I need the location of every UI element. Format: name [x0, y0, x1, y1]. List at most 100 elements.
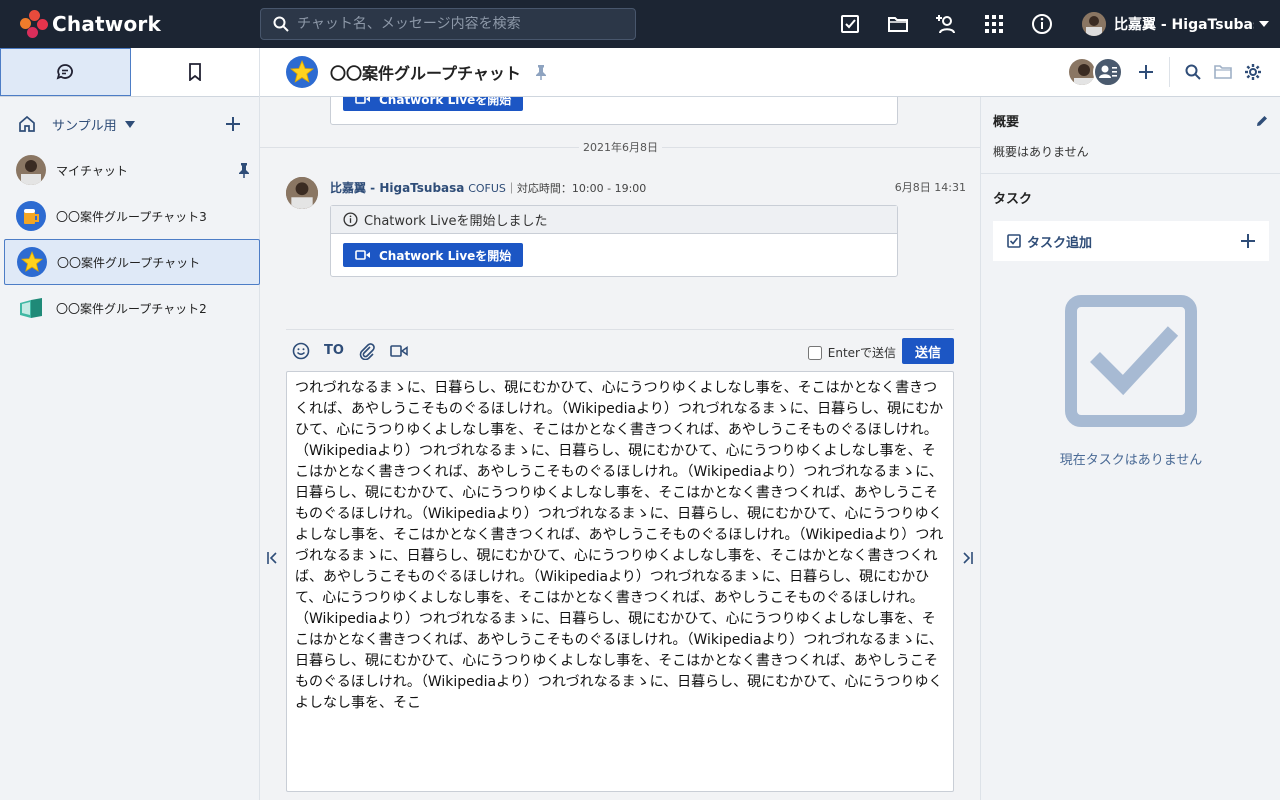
to-button[interactable]: TO: [324, 339, 344, 363]
composer-toolbar: TO Enterで送信 送信: [286, 329, 954, 371]
user-name: 比嘉翼 - HigaTsubasa: [1114, 17, 1254, 33]
message-timestamp: 6月8日 14:31: [894, 181, 966, 194]
previous-live-card: Chatwork Liveを開始: [330, 97, 898, 125]
task-title: タスク: [993, 192, 1033, 207]
search-box[interactable]: [260, 8, 636, 40]
folder-icon[interactable]: [884, 10, 912, 38]
room-name: 〇〇案件グループチャット3: [56, 209, 207, 224]
room-item-my-chat[interactable]: マイチャット: [4, 147, 260, 193]
room-title: 〇〇案件グループチャット: [330, 64, 521, 83]
chevron-down-icon: [1259, 21, 1269, 27]
book-icon: [16, 293, 46, 323]
member-avatars[interactable]: [1067, 57, 1123, 87]
divider: [981, 173, 1280, 174]
room-star-icon: [286, 56, 318, 88]
app-name: Chatwork: [52, 12, 161, 36]
star-icon: [17, 247, 47, 277]
attach-file-button[interactable]: [358, 339, 376, 363]
enter-to-send-label: Enterで送信: [827, 346, 896, 360]
bookmark-icon: [188, 63, 201, 81]
enter-to-send-toggle[interactable]: Enterで送信: [807, 344, 896, 361]
paperclip-icon: [359, 342, 375, 360]
plus-icon: [1241, 234, 1255, 248]
room-files-button[interactable]: [1208, 57, 1238, 87]
smiley-icon: [292, 342, 310, 359]
search-input[interactable]: [297, 16, 617, 32]
room-item-group-chat[interactable]: 〇〇案件グループチャット: [4, 239, 260, 285]
video-icon: [390, 344, 408, 357]
sidebar: サンプル用 マイチャット 〇〇案件グループチャット3 〇〇案件グループチャット: [0, 48, 260, 800]
empty-task-illustration-icon: [1065, 295, 1197, 427]
user-menu[interactable]: 比嘉翼 - HigaTsubasa: [1082, 10, 1270, 38]
caret-down-icon: [124, 120, 135, 128]
add-room-icon[interactable]: [225, 116, 241, 132]
info-icon[interactable]: [1028, 10, 1056, 38]
tab-chats[interactable]: [0, 48, 131, 96]
start-live-button[interactable]: Chatwork Liveを開始: [343, 243, 524, 267]
collapse-right-icon[interactable]: [962, 551, 974, 565]
member-list-icon: [1093, 57, 1123, 87]
right-panel: 概要 概要はありません タスク タスク追加 現在タスクはありません: [980, 97, 1280, 800]
video-icon: [355, 97, 370, 104]
room-name: マイチャット: [56, 163, 128, 178]
sender-org: COFUS: [468, 182, 506, 195]
group-name: サンプル用: [52, 118, 117, 134]
search-icon: [273, 16, 289, 32]
gear-icon: [1245, 64, 1261, 80]
chatwork-logo-icon: [20, 10, 48, 38]
plus-icon: [1139, 65, 1153, 79]
room-search-button[interactable]: [1178, 57, 1208, 87]
room-name: 〇〇案件グループチャット: [57, 255, 201, 270]
message-meta: 比嘉翼 - HigaTsubasa COFUS｜対応時間：10:00 - 19:…: [330, 179, 646, 196]
overview-title: 概要: [993, 115, 1020, 130]
apps-grid-icon[interactable]: [980, 10, 1008, 38]
info-icon: [343, 212, 358, 227]
date-label: 2021年6月8日: [579, 139, 662, 155]
user-avatar: [1082, 12, 1106, 36]
edit-pencil-icon[interactable]: [1255, 114, 1269, 128]
chat-bubble-icon: [56, 64, 74, 80]
start-live-label: Chatwork Liveを開始: [379, 97, 512, 107]
pin-icon[interactable]: [535, 64, 547, 80]
add-member-button[interactable]: [1131, 57, 1161, 87]
video-icon: [355, 250, 370, 260]
divider: [1169, 57, 1170, 87]
live-message-card: Chatwork Liveを開始しました Chatwork Liveを開始: [330, 205, 898, 277]
room-group-selector[interactable]: サンプル用: [0, 101, 259, 147]
message-composer: TO Enterで送信 送信 つれづれなるまゝに、日暮らし、硯にむかひて、心にう…: [260, 329, 980, 800]
checkbox-icon: [1007, 234, 1021, 248]
collapse-left-icon[interactable]: [266, 551, 278, 565]
person-avatar: [16, 155, 46, 185]
room-item-group-chat-2[interactable]: 〇〇案件グループチャット2: [4, 285, 260, 331]
message-timeline[interactable]: Chatwork Liveを開始 2021年6月8日 比嘉翼 - HigaTsu…: [260, 97, 980, 329]
search-icon: [1185, 64, 1201, 80]
emoji-button[interactable]: [292, 339, 310, 363]
beer-icon: [16, 201, 46, 231]
overview-text: 概要はありません: [993, 145, 1089, 159]
pin-icon[interactable]: [238, 162, 250, 178]
start-live-label: Chatwork Liveを開始: [379, 248, 512, 263]
empty-task-text: 現在タスクはありません: [1059, 453, 1203, 468]
task-icon[interactable]: [836, 10, 864, 38]
send-button[interactable]: 送信: [902, 338, 954, 364]
top-header: Chatwork 比嘉翼 - HigaTsubasa: [0, 0, 1280, 48]
sender-name[interactable]: 比嘉翼 - HigaTsubasa: [330, 181, 464, 195]
start-live-button[interactable]: Chatwork Liveを開始: [343, 97, 524, 111]
room-header: 〇〇案件グループチャット: [260, 48, 1280, 97]
video-call-button[interactable]: [390, 339, 408, 363]
folder-icon: [1214, 65, 1232, 79]
add-contact-icon[interactable]: [932, 10, 960, 38]
room-name: 〇〇案件グループチャット2: [56, 301, 207, 316]
sender-avatar[interactable]: [286, 177, 318, 209]
tab-bookmarks[interactable]: [130, 48, 259, 96]
add-task-label: タスク追加: [1027, 235, 1093, 251]
app-logo[interactable]: Chatwork: [20, 10, 260, 38]
room-settings-button[interactable]: [1238, 57, 1268, 87]
sender-hours: ｜対応時間：10:00 - 19:00: [505, 182, 647, 195]
live-notice: Chatwork Liveを開始しました: [364, 214, 548, 229]
enter-to-send-checkbox[interactable]: [807, 345, 822, 360]
message-input[interactable]: つれづれなるまゝに、日暮らし、硯にむかひて、心にうつりゆくよしなし事を、そこはか…: [286, 371, 954, 792]
add-task-button[interactable]: タスク追加: [993, 221, 1269, 261]
home-icon: [19, 115, 35, 132]
room-item-group-chat-3[interactable]: 〇〇案件グループチャット3: [4, 193, 260, 239]
